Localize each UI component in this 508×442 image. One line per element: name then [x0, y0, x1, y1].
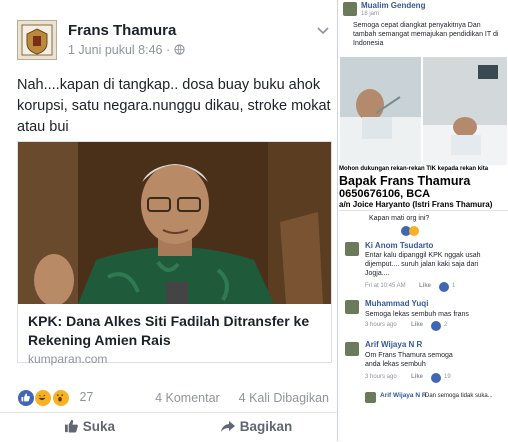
commenter-avatar[interactable]: [365, 392, 376, 403]
hospital-photo-2: [423, 57, 507, 165]
comment-text: Dan semoga tidak suka...: [425, 393, 493, 399]
engagement-counts: 4 Komentar 4 Kali Dibagikan: [155, 391, 329, 405]
comment-time: 3 hours ago: [365, 322, 397, 328]
share-button[interactable]: Bagikan: [220, 419, 292, 434]
banner-holder: a/n Joice Haryanto (Istri Frans Thamura): [339, 200, 493, 209]
author-name[interactable]: Frans Thamura: [68, 22, 176, 39]
commenter-name[interactable]: Arif Wijaya N R: [380, 392, 427, 399]
haha-reaction-icon: [34, 389, 53, 407]
haha-reaction-icon: [409, 226, 419, 236]
commenter-avatar[interactable]: [345, 242, 359, 256]
comment-text: Kapan mati org ini?: [369, 215, 430, 222]
commenter-name[interactable]: Muhammad Yuqi: [365, 299, 428, 308]
comment-time: 3 hours ago: [365, 374, 397, 380]
mualim-text: Semoga cepat diangkat penyakitnya Dan ta…: [353, 22, 499, 47]
like-reaction-icon: [439, 282, 449, 292]
divider: [339, 210, 508, 211]
wow-reaction-icon: [51, 389, 70, 407]
comment-text: Om Frans Thamura semoga anda lekas sembu…: [365, 352, 453, 368]
link-domain: kumparan.com: [28, 352, 108, 366]
post-options-chevron-icon[interactable]: [317, 22, 329, 38]
support-request-text: Mohon dukungan rekan-rekan TIK kepada re…: [339, 166, 489, 172]
comment-text: Semoga lekas sembuh mas frans: [365, 311, 469, 318]
post-text: Nah....kapan di tangkap.. dosa buay buku…: [17, 77, 331, 135]
author-avatar[interactable]: [17, 20, 57, 60]
thumbs-up-icon: [64, 419, 83, 434]
link-preview-card[interactable]: KPK: Dana Alkes Siti Fadilah Ditransfer …: [17, 141, 332, 366]
banner-account: 0650676106, BCA: [339, 188, 431, 200]
link-preview-image: [18, 142, 331, 304]
comment-like-count: 1: [452, 283, 456, 289]
post-actions-bar: Suka Bagikan: [0, 412, 338, 442]
comments-count[interactable]: 4 Komentar: [155, 391, 220, 405]
post-date: 1 Juni pukul 8:46 ·: [68, 43, 174, 57]
commenter-name[interactable]: Arif Wijaya N R: [365, 340, 422, 349]
commenter-name[interactable]: Ki Anom Tsudarto: [365, 241, 433, 250]
mualim-avatar[interactable]: [343, 2, 357, 16]
commenter-avatar[interactable]: [345, 300, 359, 314]
comment-like-link[interactable]: Like: [411, 322, 423, 328]
like-button[interactable]: Suka: [64, 419, 115, 434]
globe-icon: [173, 43, 185, 57]
hospital-photo-1: [340, 57, 421, 165]
shares-count[interactable]: 4 Kali Dibagikan: [239, 391, 329, 405]
comment-time: Fri at 10:45 AM: [365, 283, 406, 289]
share-label: Bagikan: [239, 419, 293, 434]
reactions-count: 27: [79, 390, 94, 405]
comment-like-link[interactable]: Like: [419, 283, 431, 289]
comment-like-count: 19: [444, 374, 451, 380]
like-reaction-icon: [17, 389, 35, 407]
facebook-post: Frans Thamura 1 Juni pukul 8:46 · Nah...…: [0, 0, 338, 441]
mualim-time: 18 jam: [361, 11, 380, 17]
share-arrow-icon: [220, 419, 240, 434]
like-reaction-icon: [431, 373, 441, 383]
comment-text: Entar kalu dipanggil KPK nggak usah dije…: [365, 252, 481, 277]
mobile-screenshot: Mualim Gendeng 18 jam Semoga cepat diang…: [339, 0, 508, 441]
link-title[interactable]: KPK: Dana Alkes Siti Fadilah Ditransfer …: [28, 312, 323, 350]
commenter-avatar[interactable]: [345, 342, 359, 356]
like-label: Suka: [82, 419, 116, 434]
post-timestamp[interactable]: 1 Juni pukul 8:46 ·: [68, 43, 185, 57]
comment-like-count: 2: [444, 322, 448, 328]
mualim-name[interactable]: Mualim Gendeng: [361, 1, 425, 10]
banner-name: Bapak Frans Thamura: [339, 174, 471, 188]
comment-like-link[interactable]: Like: [411, 374, 423, 380]
reactions-summary[interactable]: 27: [17, 389, 93, 407]
like-reaction-icon: [431, 321, 441, 331]
